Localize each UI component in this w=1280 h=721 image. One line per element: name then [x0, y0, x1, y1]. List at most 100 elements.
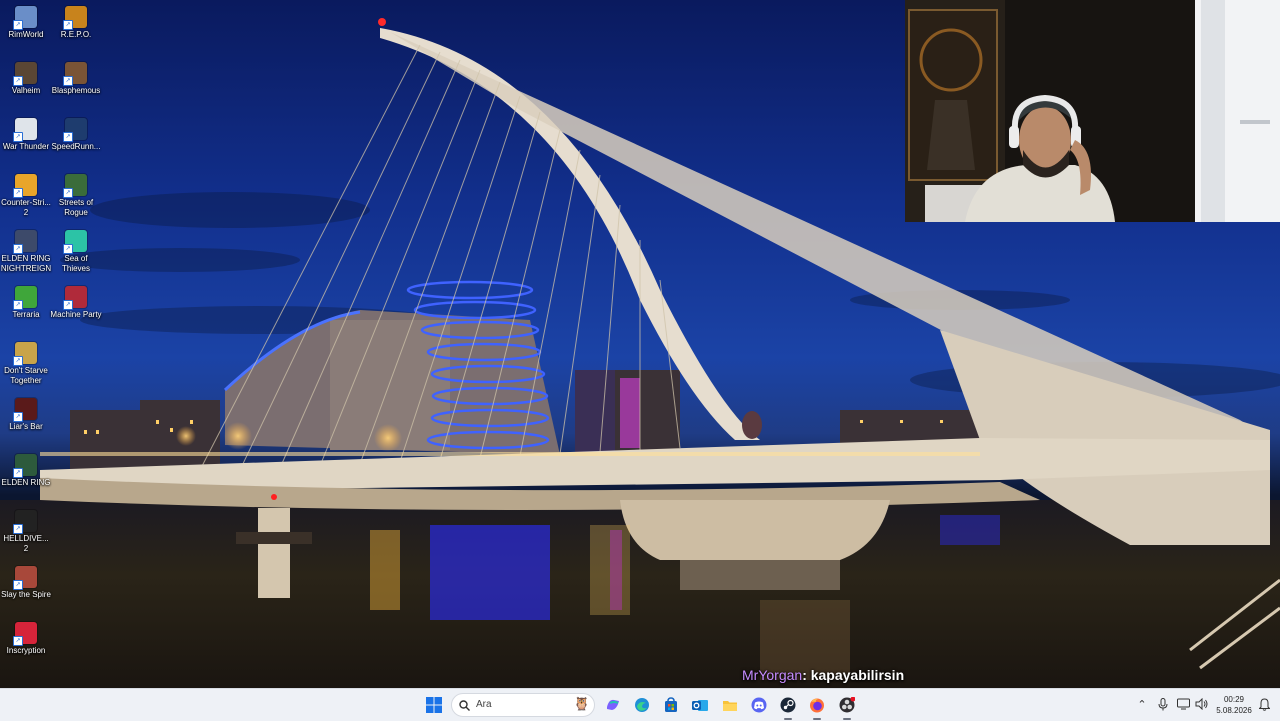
obs-icon [839, 697, 855, 713]
desktop-shortcut-liars-bar[interactable]: ↗ Liar's Bar [0, 394, 52, 432]
taskbar-obs[interactable] [836, 694, 858, 720]
liars-bar-icon: ↗ [13, 398, 37, 422]
desktop-shortcut-label: ELDEN RING NIGHTREIGN [0, 254, 52, 273]
desktop-shortcut-elden-ring[interactable]: ↗ ELDEN RING [0, 450, 52, 488]
desktop-shortcut-blasphemous[interactable]: ↗ Blasphemous [50, 58, 102, 96]
shortcut-arrow-icon: ↗ [13, 76, 23, 86]
tray-overflow-button[interactable]: ⌃ [1136, 698, 1148, 712]
clock-date: 5.08.2026 [1216, 706, 1252, 715]
desktop-shortcut-label: SpeedRunn... [51, 142, 101, 151]
elden-ring-nightreign-icon: ↗ [13, 230, 37, 254]
taskbar-outlook[interactable] [689, 694, 711, 716]
notification-bell-icon [1257, 698, 1271, 711]
desktop-shortcut-elden-ring-nightreign[interactable]: ↗ ELDEN RING NIGHTREIGN [0, 226, 52, 274]
steam-icon [780, 697, 796, 713]
taskbar-steam[interactable] [777, 694, 799, 720]
desktop-shortcut-label: Streets of Rogue [58, 198, 94, 217]
shortcut-arrow-icon: ↗ [13, 20, 23, 30]
taskbar-edge[interactable] [631, 694, 653, 716]
desktop-shortcut-repo[interactable]: ↗ R.E.P.O. [50, 2, 102, 40]
shortcut-arrow-icon: ↗ [63, 244, 73, 254]
chat-message-text: : kapayabilirsin [802, 667, 905, 683]
desktop-shortcut-label: RimWorld [8, 30, 44, 39]
speaker-icon [1195, 697, 1207, 711]
desktop-shortcut-label: Blasphemous [51, 86, 101, 95]
stream-chat-message: MrYorgan: kapayabilirsin [742, 667, 904, 683]
webcam-overlay [905, 0, 1280, 222]
outlook-icon [692, 700, 708, 711]
firefox-icon [810, 698, 824, 713]
machine-party-icon: ↗ [63, 286, 87, 310]
tray-microphone[interactable] [1157, 698, 1169, 712]
speedrunners-icon: ↗ [63, 118, 87, 142]
search-icon [459, 700, 470, 711]
edge-browser-icon [635, 698, 649, 712]
desktop-shortcut-inscryption[interactable]: ↗ Inscryption [0, 618, 52, 656]
shortcut-arrow-icon: ↗ [63, 20, 73, 30]
shortcut-arrow-icon: ↗ [13, 524, 23, 534]
desktop-shortcut-label: Machine Party [50, 310, 102, 319]
taskbar-search-box[interactable]: Ara 🦉 [451, 693, 595, 717]
desktop-shortcut-helldivers[interactable]: ↗ HELLDIVE... 2 [0, 506, 52, 554]
taskbar-discord[interactable] [748, 694, 770, 716]
shortcut-arrow-icon: ↗ [13, 244, 23, 254]
shortcut-arrow-icon: ↗ [13, 356, 23, 366]
windows-start-icon [426, 697, 442, 713]
shortcut-arrow-icon: ↗ [13, 188, 23, 198]
desktop-icon-area: ↗ RimWorld ↗ R.E.P.O. ↗ Valheim ↗ Blasph… [0, 0, 110, 688]
helldivers-icon: ↗ [13, 510, 37, 534]
notification-center-button[interactable] [1257, 698, 1271, 712]
display-icon [1176, 698, 1190, 710]
desktop-shortcut-label: Valheim [11, 86, 41, 95]
desktop-shortcut-label: Terraria [12, 310, 40, 319]
search-highlight-icon: 🦉 [573, 696, 590, 711]
desktop-shortcut-label: Liar's Bar [9, 422, 43, 431]
desktop-shortcut-label: War Thunder [2, 142, 50, 151]
desktop-shortcut-label: R.E.P.O. [60, 30, 92, 39]
search-placeholder: Ara [476, 699, 492, 710]
slay-the-spire-icon: ↗ [13, 566, 37, 590]
desktop-shortcut-label: HELLDIVE... 2 [3, 534, 49, 553]
desktop-shortcut-war-thunder[interactable]: ↗ War Thunder [0, 114, 52, 152]
windows-start-button[interactable] [423, 694, 445, 716]
chat-username: MrYorgan [742, 667, 803, 683]
blasphemous-icon: ↗ [63, 62, 87, 86]
desktop-shortcut-speedrunners[interactable]: ↗ SpeedRunn... [50, 114, 102, 152]
desktop-shortcut-terraria[interactable]: ↗ Terraria [0, 282, 52, 320]
desktop-shortcut-valheim[interactable]: ↗ Valheim [0, 58, 52, 96]
shortcut-arrow-icon: ↗ [13, 636, 23, 646]
chevron-up-icon: ⌃ [1137, 699, 1147, 711]
desktop-shortcut-rimworld[interactable]: ↗ RimWorld [0, 2, 52, 40]
desktop-shortcut-machine-party[interactable]: ↗ Machine Party [50, 282, 102, 320]
desktop-shortcut-slay-the-spire[interactable]: ↗ Slay the Spire [0, 562, 52, 600]
desktop-shortcut-dont-starve-together[interactable]: ↗ Don't Starve Together [0, 338, 52, 386]
shortcut-arrow-icon: ↗ [13, 468, 23, 478]
shortcut-arrow-icon: ↗ [63, 132, 73, 142]
shortcut-arrow-icon: ↗ [13, 132, 23, 142]
desktop-shortcut-sea-of-thieves[interactable]: ↗ Sea of Thieves [50, 226, 102, 274]
tray-volume[interactable] [1194, 697, 1208, 712]
sea-of-thieves-icon: ↗ [63, 230, 87, 254]
desktop-shortcut-label: Slay the Spire [1, 590, 51, 599]
desktop-shortcut-label: Sea of Thieves [61, 254, 90, 273]
taskbar-firefox[interactable] [806, 694, 828, 720]
shortcut-arrow-icon: ↗ [13, 412, 23, 422]
desktop-shortcut-label: ELDEN RING [1, 478, 51, 487]
shortcut-arrow-icon: ↗ [63, 300, 73, 310]
counter-strike-icon: ↗ [13, 174, 37, 198]
taskbar-clock[interactable]: 00:29 5.08.2026 [1212, 694, 1256, 716]
desktop-shortcut-counter-strike[interactable]: ↗ Counter-Stri... 2 [0, 170, 52, 218]
dont-starve-together-icon: ↗ [13, 342, 37, 366]
taskbar-file-explorer[interactable] [719, 694, 741, 716]
streets-of-rogue-icon: ↗ [63, 174, 87, 198]
shortcut-arrow-icon: ↗ [13, 580, 23, 590]
microphone-icon [1158, 698, 1168, 711]
taskbar-copilot[interactable] [602, 694, 624, 716]
microsoft-store-icon [665, 697, 677, 712]
taskbar-store[interactable] [660, 694, 682, 716]
rimworld-icon: ↗ [13, 6, 37, 30]
tray-display[interactable] [1176, 698, 1190, 712]
shortcut-arrow-icon: ↗ [63, 76, 73, 86]
shortcut-arrow-icon: ↗ [13, 300, 23, 310]
desktop-shortcut-streets-of-rogue[interactable]: ↗ Streets of Rogue [50, 170, 102, 218]
